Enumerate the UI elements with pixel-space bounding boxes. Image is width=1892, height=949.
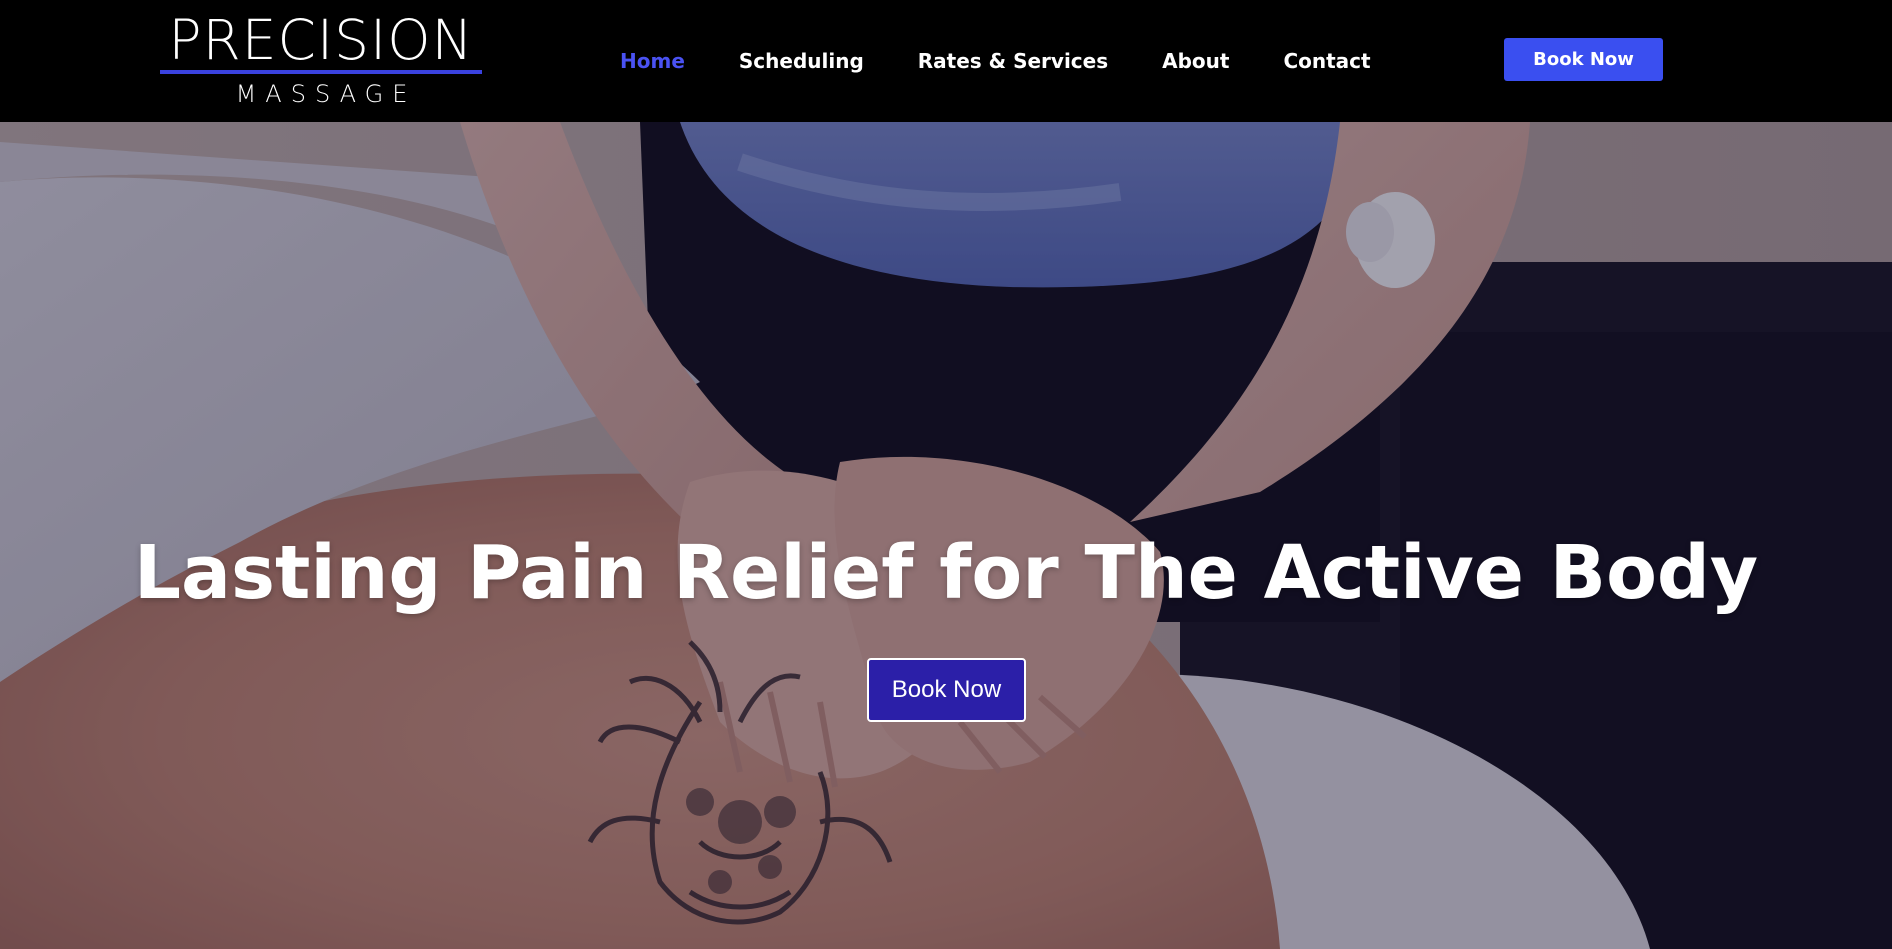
- nav-scheduling[interactable]: Scheduling: [739, 49, 864, 73]
- hero-title: Lasting Pain Relief for The Active Body: [133, 530, 1759, 616]
- nav-rates-services[interactable]: Rates & Services: [918, 49, 1108, 73]
- nav-contact[interactable]: Contact: [1283, 49, 1370, 73]
- logo-subtitle: MASSAGE: [235, 80, 417, 108]
- site-header: PRECISION MASSAGE Home Scheduling Rates …: [0, 0, 1892, 122]
- hero-book-now-button[interactable]: Book Now: [867, 658, 1026, 722]
- logo[interactable]: PRECISION MASSAGE: [158, 8, 484, 108]
- main-nav: Home Scheduling Rates & Services About C…: [620, 0, 1425, 122]
- nav-home[interactable]: Home: [620, 49, 685, 73]
- nav-about[interactable]: About: [1162, 49, 1229, 73]
- header-book-now-button[interactable]: Book Now: [1504, 38, 1663, 81]
- logo-wordmark: PRECISION: [168, 8, 474, 72]
- hero: Lasting Pain Relief for The Active Body …: [0, 122, 1892, 949]
